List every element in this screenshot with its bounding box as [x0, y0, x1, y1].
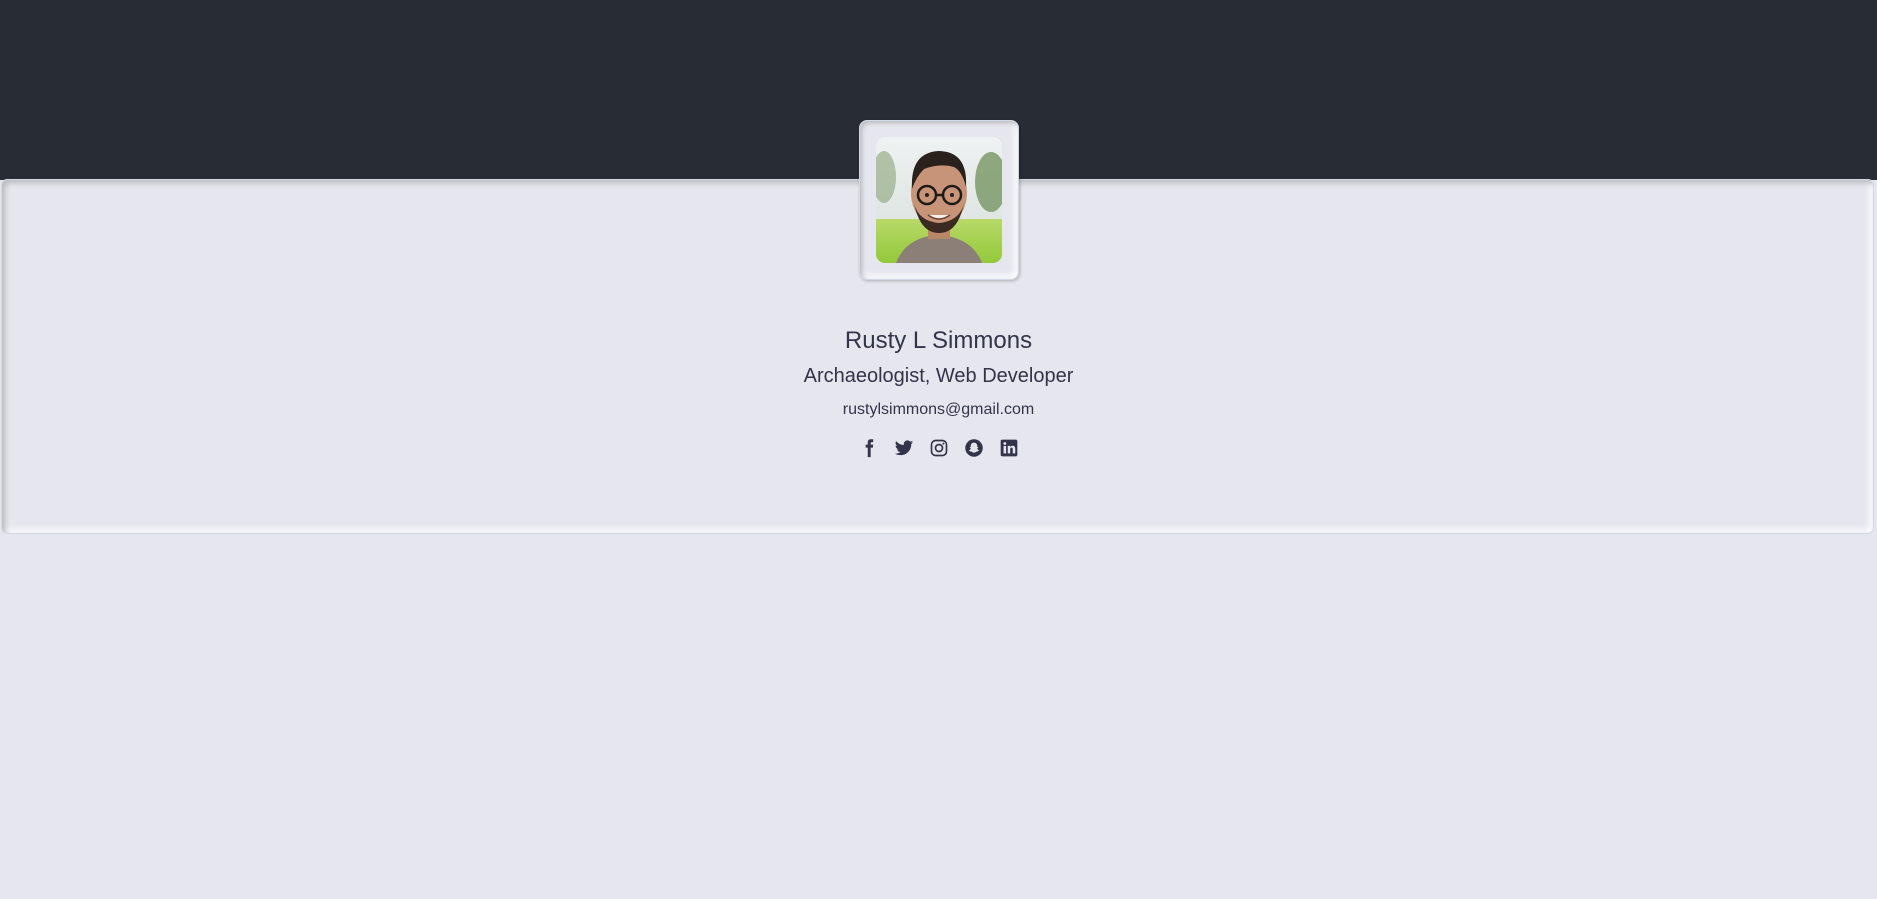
- facebook-link[interactable]: [858, 436, 880, 460]
- twitter-icon: [894, 440, 913, 456]
- profile-email: rustylsimmons@gmail.com: [842, 401, 1035, 418]
- snapchat-icon: [964, 439, 983, 457]
- snapchat-link[interactable]: [963, 436, 985, 460]
- linkedin-link[interactable]: [998, 436, 1020, 460]
- avatar-photo: [876, 137, 1002, 263]
- instagram-link[interactable]: [928, 436, 950, 460]
- social-links: [0, 436, 1877, 460]
- twitter-link[interactable]: [893, 436, 915, 460]
- linkedin-icon: [1000, 439, 1017, 457]
- profile-role: Archaeologist, Web Developer: [803, 365, 1074, 387]
- facebook-icon: [865, 439, 873, 458]
- avatar-frame: [859, 120, 1019, 280]
- avatar: [876, 137, 1002, 263]
- instagram-icon: [930, 439, 947, 457]
- profile-name: Rusty L Simmons: [844, 327, 1033, 354]
